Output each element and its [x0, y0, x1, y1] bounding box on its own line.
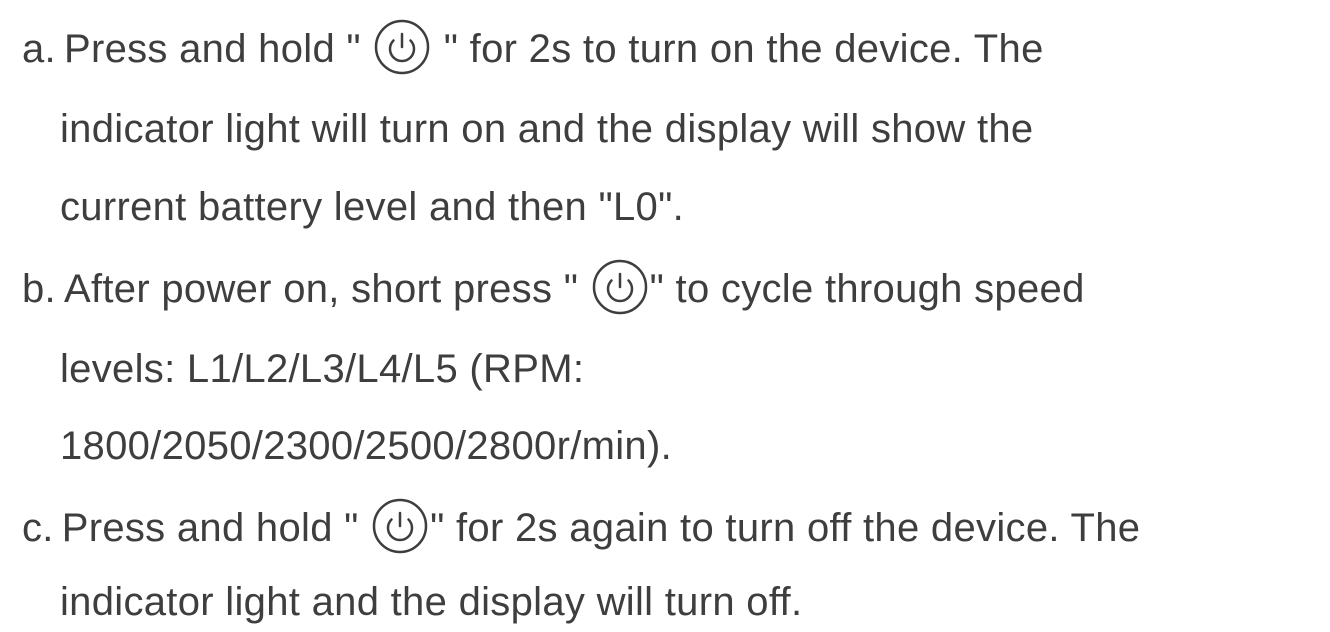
- item-a-first-line: a. Press and hold " " for 2s to turn on t…: [22, 19, 1044, 79]
- instructions-document: a. Press and hold " " for 2s to turn on t…: [0, 0, 1330, 631]
- power-icon: [372, 17, 432, 77]
- item-a-line-3: current battery level and then "L0".: [60, 185, 685, 229]
- item-a-marker: a.: [22, 27, 56, 71]
- item-c-text-before-icon: Press and hold ": [61, 506, 359, 550]
- item-b-text-after-icon: " to cycle through speed: [649, 267, 1085, 311]
- item-b-marker: b.: [22, 267, 56, 311]
- item-c-first-line: c. Press and hold " " for 2s again to tur…: [22, 498, 1140, 558]
- power-icon: [590, 257, 650, 317]
- item-a-text-before-icon: Press and hold ": [63, 27, 361, 71]
- item-b-text-before-icon: After power on, short press ": [63, 267, 579, 311]
- power-icon: [370, 496, 430, 556]
- item-a-text-after-icon: " for 2s to turn on the device. The: [432, 27, 1044, 71]
- item-b-line-2: levels: L1/L2/L3/L4/L5 (RPM:: [60, 347, 585, 391]
- item-c-text-after-icon: " for 2s again to turn off the device. T…: [430, 506, 1141, 550]
- item-b-line-3: 1800/2050/2300/2500/2800r/min).: [60, 424, 672, 468]
- item-a-line-2: indicator light will turn on and the dis…: [60, 107, 1034, 151]
- item-c-marker: c.: [22, 506, 54, 550]
- item-b-first-line: b. After power on, short press " " to cyc…: [22, 259, 1085, 319]
- item-c-line-2: indicator light and the display will tur…: [60, 580, 803, 624]
